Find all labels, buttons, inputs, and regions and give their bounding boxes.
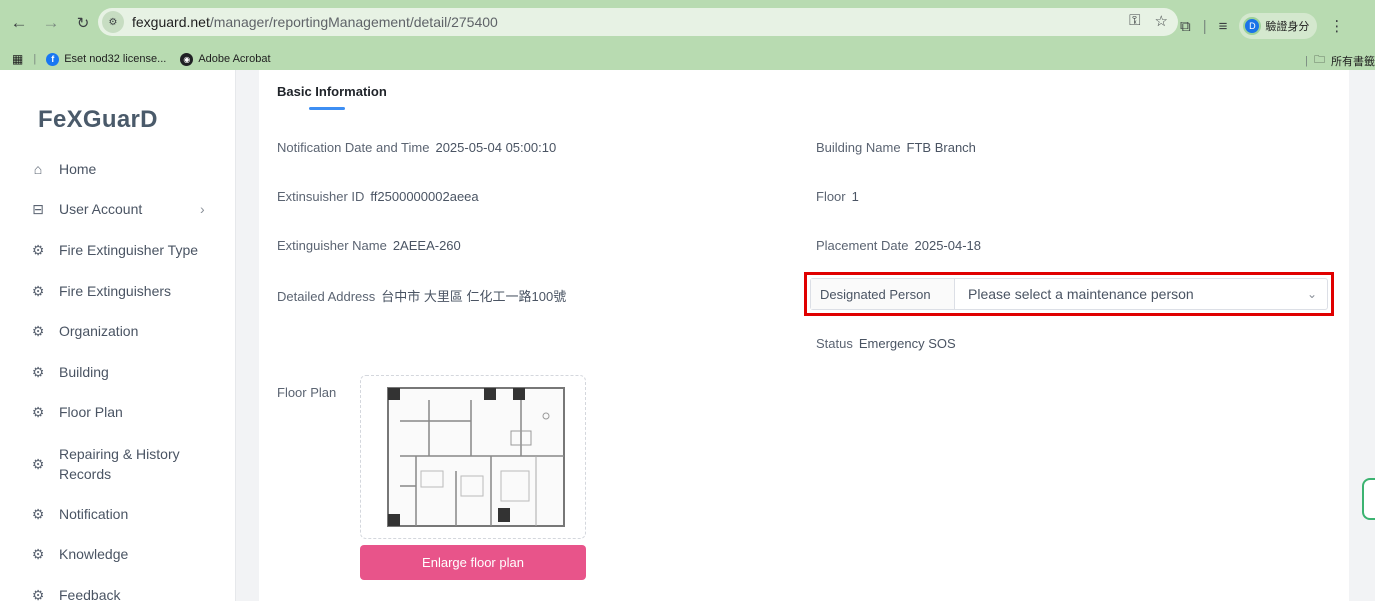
site-info-icon[interactable]: ⚙ [102,11,124,33]
sidebar-item-repairing-history-records[interactable]: ⚙ Repairing & History Records [0,438,236,490]
floor-plan-image[interactable] [360,375,586,539]
building-name-field: Building Name FTB Branch [816,140,976,155]
bookmarks-divider: | [33,53,37,65]
sidebar-item-label: Fire Extinguisher Type [59,242,199,258]
sidebar-item-label: User Account [59,201,143,217]
sidebar-item-label: Building [59,364,109,380]
profile-label: 驗證身分 [1265,21,1310,33]
notification-datetime-field: Notification Date and Time 2025-05-04 05:… [277,140,557,155]
floor-plan-label: Floor Plan [277,385,337,400]
status-field: Status Emergency SOS [816,336,956,351]
address-bar[interactable]: ⚙ fexguard.net/manager/reportingManageme… [98,8,1178,36]
floor-plan-drawing [387,387,565,527]
sidebar-item-user-account[interactable]: ⊟ User Account › [0,189,236,229]
floor-field: Floor 1 [816,189,859,204]
gear-icon: ⚙ [31,545,45,562]
bookmark-acrobat[interactable]: ◉ Adobe Acrobat [180,52,271,66]
sidebar-item-fire-extinguishers[interactable]: ⚙ Fire Extinguishers [0,271,236,311]
gear-icon: ⚙ [31,455,45,472]
sidebar-item-label: Repairing & History Records [59,446,180,482]
all-bookmarks-label: 所有書籤 [1331,55,1375,68]
more-menu-icon[interactable]: ⋮ [1329,17,1344,35]
sidebar-item-label: Home [59,161,97,177]
gear-icon: ⚙ [31,241,45,258]
extinguisher-name-field: Extinguisher Name 2AEEA-260 [277,238,461,253]
sidebar-item-fire-extinguisher-type[interactable]: ⚙ Fire Extinguisher Type [0,230,236,270]
gear-icon: ⚙ [31,403,45,420]
sidebar-item-label: Feedback [59,587,121,601]
bookmarks-bar: ▦ | f Eset nod32 license... ◉ Adobe Acro… [0,48,1375,70]
designated-person-highlight: Designated Person Please select a mainte… [804,272,1334,316]
password-key-icon[interactable]: ⚿ [1129,12,1140,30]
forward-icon[interactable]: → [38,10,64,36]
bookmark-label: Adobe Acrobat [198,53,271,65]
designated-person-select[interactable]: Designated Person Please select a mainte… [810,278,1328,310]
bookmarks-divider: | [1305,54,1308,67]
extensions-icon[interactable]: ⧉ [1180,18,1191,35]
all-bookmarks[interactable]: | 🗀 所有書籤 [1305,51,1375,70]
active-tab-indicator [309,107,345,110]
facebook-icon: f [46,52,60,66]
bookmark-label: Eset nod32 license... [64,53,167,65]
profile-button[interactable]: D 驗證身分 [1239,13,1318,39]
url-host: fexguard.net [132,14,210,30]
sidebar-item-label: Organization [59,323,139,339]
sidebar-item-organization[interactable]: ⚙ Organization [0,311,236,351]
url-row: ← → ↻ ⚙ fexguard.net/manager/reportingMa… [0,5,1375,41]
sidebar-item-knowledge[interactable]: ⚙ Knowledge [0,534,236,574]
detailed-address-field: Detailed Address 台中市 大里區 仁化工一路100號 [277,289,567,304]
table-icon: ⊟ [32,200,44,217]
bookmark-star-icon[interactable]: ☆ [1155,12,1168,30]
reload-icon[interactable]: ↻ [70,10,96,36]
extinguisher-id-field: Extinsuisher ID ff2500000002aeea [277,189,479,204]
placement-date-field: Placement Date 2025-04-18 [816,238,981,253]
sidebar: FeXGuarD ⌂ Home ⊟ User Account › ⚙ Fire … [0,70,236,601]
designated-person-label: Designated Person [811,279,955,309]
toolbar-divider: | [1202,17,1207,35]
sidebar-item-label: Fire Extinguishers [59,283,172,299]
chevron-right-icon: › [200,201,205,217]
home-icon: ⌂ [33,161,43,177]
gear-icon: ⚙ [31,322,45,339]
sidebar-item-label: Knowledge [59,546,129,562]
sidebar-item-label: Floor Plan [59,404,123,420]
sidebar-item-label: Notification [59,506,129,522]
url-path: /manager/reportingManagement/detail/2754… [209,14,498,30]
enlarge-floor-plan-button[interactable]: Enlarge floor plan [360,545,586,580]
detail-card: Basic Information Notification Date and … [259,70,1349,601]
tab-basic-information[interactable]: Basic Information [277,84,387,99]
page-right-margin [1349,70,1375,601]
gear-icon: ⚙ [31,282,45,299]
apps-grid-icon[interactable]: ▦ [12,52,23,66]
designated-person-placeholder[interactable]: Please select a maintenance person [955,286,1297,302]
floating-side-tab[interactable] [1362,478,1375,520]
sidebar-item-floor-plan[interactable]: ⚙ Floor Plan [0,392,236,432]
sidebar-item-home[interactable]: ⌂ Home [0,149,236,189]
sidebar-item-feedback[interactable]: ⚙ Feedback [0,575,236,601]
globe-icon: ◉ [180,52,194,66]
app-logo: FeXGuarD [38,106,158,133]
gear-icon: ⚙ [31,505,45,522]
gear-icon: ⚙ [31,363,45,380]
sidebar-item-notification[interactable]: ⚙ Notification [0,494,236,534]
profile-avatar-icon: D [1243,17,1262,35]
reading-list-icon[interactable]: ≡ [1219,18,1228,35]
bookmark-eset[interactable]: f Eset nod32 license... [46,52,167,66]
back-icon[interactable]: ← [6,10,32,36]
chevron-down-icon[interactable]: ⌄ [1297,287,1327,301]
gear-icon: ⚙ [31,586,45,601]
sidebar-item-building[interactable]: ⚙ Building [0,352,236,392]
folder-icon: 🗀 [1314,54,1325,66]
